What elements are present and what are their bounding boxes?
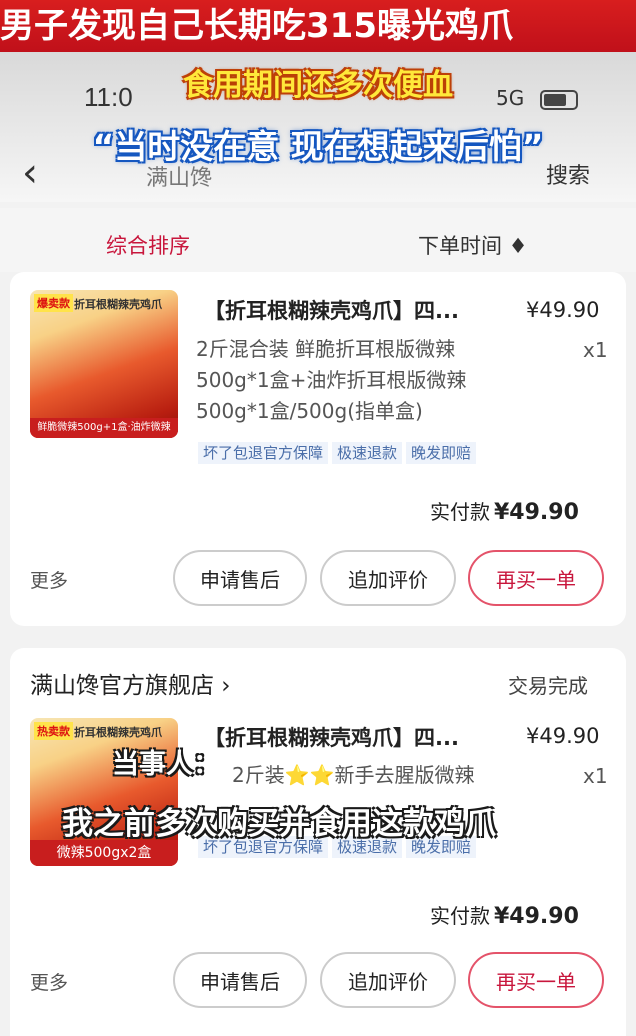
sort-comprehensive[interactable]: 综合排序 (106, 230, 190, 260)
late-ship-tag: 晚发即赔 (406, 442, 477, 464)
chevron-left-icon[interactable]: ‹ (22, 150, 38, 196)
thumb-title: 折耳根糊辣壳鸡爪 (74, 726, 162, 739)
paid-value: ¥49.90 (494, 500, 579, 525)
news-subtitle-1: 食用期间还多次便血 (183, 68, 453, 103)
product-spec: 2斤装⭐⭐新手去腥版微辣 (232, 763, 475, 787)
paid-amount: 实付款 ¥49.90 (430, 496, 579, 525)
product-thumbnail[interactable]: 爆卖款 折耳根糊辣壳鸡爪 鲜脆微辣500g+1盒·油炸微辣500g+1盒 (30, 290, 178, 438)
unit-price: ¥49.90 (526, 298, 600, 322)
caption-text: 我之前多次购买并食用这款鸡爪 (62, 806, 496, 842)
buy-again-button[interactable]: 再买一单 (468, 952, 604, 1008)
news-subtitle-2: “当时没在意 现在想起来后怕” (92, 127, 544, 166)
unit-price: ¥49.90 (526, 724, 600, 748)
after-sales-button[interactable]: 申请售后 (173, 550, 307, 606)
thumb-footer: 微辣500gx2盒 (30, 840, 178, 866)
news-headline: 男子发现自己长期吃315曝光鸡爪 (0, 0, 636, 52)
product-spec: 2斤混合装 鲜脆折耳根版微辣500g*1盒+油炸折耳根版微辣500g*1盒/50… (196, 337, 467, 423)
product-title[interactable]: 【折耳根糊辣壳鸡爪】四... (204, 722, 459, 752)
sort-order-time[interactable]: 下单时间 ♦ (418, 230, 528, 260)
add-review-button[interactable]: 追加评价 (320, 952, 456, 1008)
shop-name[interactable]: 满山馋官方旗舰店 › (30, 666, 231, 700)
refund-tag: 极速退款 (332, 442, 403, 464)
thumb-tag: 热卖款 (34, 722, 73, 740)
paid-label: 实付款 (430, 904, 490, 928)
search-button[interactable]: 搜索 (546, 158, 590, 190)
add-review-button[interactable]: 追加评价 (320, 550, 456, 606)
order-status: 交易完成 (508, 674, 588, 698)
quantity: x1 (583, 338, 608, 362)
thumb-title: 折耳根糊辣壳鸡爪 (74, 298, 162, 311)
search-input[interactable]: 满山馋 (146, 160, 212, 192)
service-tags: 坏了包退官方保障 极速退款 晚发即赔 (198, 442, 480, 464)
product-title[interactable]: 【折耳根糊辣壳鸡爪】四... (204, 295, 459, 325)
buy-again-button[interactable]: 再买一单 (468, 550, 604, 606)
thumb-tag: 爆卖款 (34, 294, 73, 312)
more-link[interactable]: 更多 (30, 566, 68, 593)
sort-bar (0, 208, 636, 272)
more-link[interactable]: 更多 (30, 968, 68, 995)
paid-value: ¥49.90 (494, 904, 579, 929)
quantity: x1 (583, 764, 608, 788)
caption-speaker: 当事人： (112, 749, 220, 780)
paid-label: 实付款 (430, 500, 490, 524)
thumb-footer: 鲜脆微辣500g+1盒·油炸微辣500g+1盒 (30, 418, 178, 438)
paid-amount: 实付款 ¥49.90 (430, 900, 579, 929)
product-thumbnail[interactable]: 热卖款 折耳根糊辣壳鸡爪 微辣500gx2盒 (30, 718, 178, 866)
shield-tag: 坏了包退官方保障 (198, 442, 329, 464)
after-sales-button[interactable]: 申请售后 (173, 952, 307, 1008)
